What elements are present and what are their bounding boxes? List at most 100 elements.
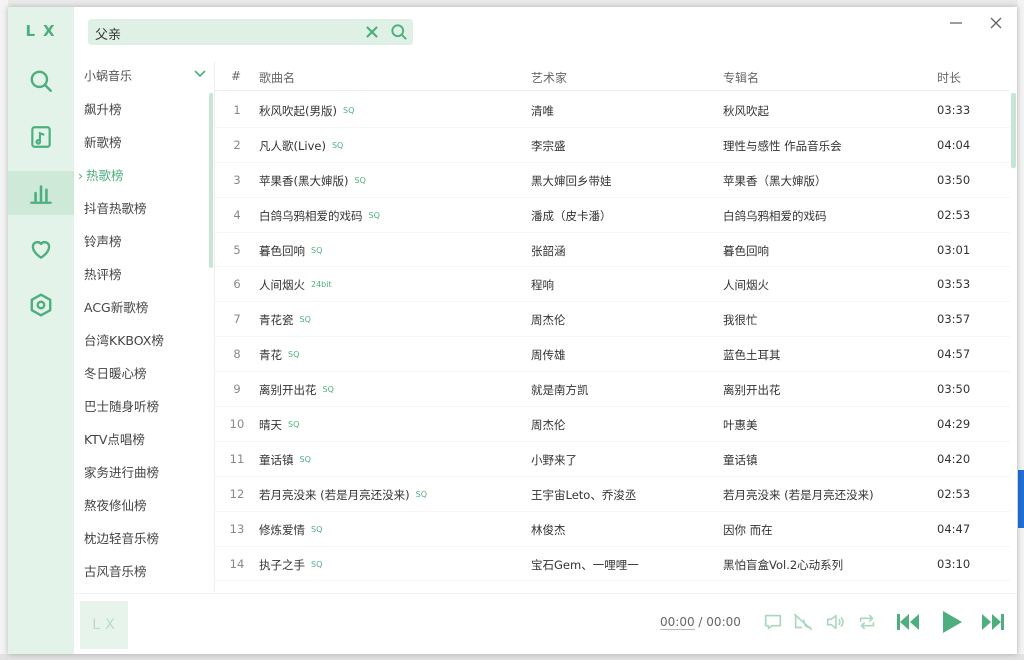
play-icon[interactable] [936, 607, 966, 637]
board-item[interactable]: 热评榜 [74, 258, 214, 291]
song-table-scrollbar[interactable] [1011, 93, 1016, 168]
board-item[interactable]: 古风音乐榜 [74, 555, 214, 588]
song-title-cell: 暮色回响 SQ [259, 243, 322, 259]
row-number: 13 [229, 521, 245, 536]
table-row[interactable]: 9 离别开出花 SQ 就是南方凯 离别开出花 03:50 [215, 372, 1010, 408]
clear-search-icon[interactable] [363, 23, 381, 41]
source-selected: 小蜗音乐 [84, 69, 133, 83]
nav-song-list[interactable] [8, 115, 74, 159]
desktop-background-left [0, 0, 8, 660]
table-row[interactable]: 12 若月亮没来 (若是月亮还没来) SQ 王宇宙Leto、乔浚丞 若月亮没来 (若是月… [215, 477, 1010, 512]
player-bar: LX 00:00 / 00:00 [74, 593, 1017, 654]
volume-icon[interactable] [824, 611, 846, 633]
board-item[interactable]: 家务进行曲榜 [74, 456, 214, 489]
board-item[interactable]: ACG新歌榜 [74, 291, 214, 324]
song-title-cell: 青花瓷 SQ [259, 312, 311, 328]
board-item[interactable]: 冬日暖心榜 [74, 357, 214, 390]
song-title-cell: 白鸽乌鸦相爱的戏码 SQ [259, 208, 380, 224]
board-item[interactable]: KTV点唱榜 [74, 423, 214, 456]
minimize-button[interactable] [948, 15, 964, 31]
board-item-label: 飙升榜 [84, 102, 122, 117]
board-item-label: 巴士随身听榜 [84, 399, 160, 414]
table-row[interactable]: 6 人间烟火 24bit 程响 人间烟火 03:53 [215, 267, 1010, 303]
song-duration: 03:33 [937, 103, 971, 117]
board-item[interactable]: 台湾KKBOX榜 [74, 324, 214, 357]
nav-search[interactable] [8, 59, 74, 103]
song-title: 暮色回响 [259, 243, 305, 258]
board-item[interactable]: 巴士随身听榜 [74, 390, 214, 423]
board-item-label: KTV点唱榜 [84, 432, 145, 447]
row-number: 10 [229, 417, 245, 432]
table-row[interactable]: 14 执子之手 SQ 宝石Gem、一哩哩一 黑怕盲盒Vol.2心动系列 03:10 [215, 547, 1010, 582]
previous-track-icon[interactable] [894, 608, 922, 636]
table-row[interactable]: 3 苹果香(黑大婶版) SQ 黑大婶回乡带娃 苹果香（黑大婶版） 03:50 [215, 163, 1010, 198]
board-item[interactable]: › 热歌榜 [74, 159, 214, 192]
album-cover[interactable]: LX [80, 601, 128, 649]
row-number: 4 [233, 207, 241, 222]
comment-icon[interactable] [762, 611, 784, 633]
board-item-label: 台湾KKBOX榜 [84, 333, 164, 348]
row-number: 14 [229, 556, 245, 571]
song-title: 青花瓷 [259, 313, 294, 328]
table-row[interactable]: 5 暮色回响 SQ 张韶涵 暮色回响 03:01 [215, 233, 1010, 268]
table-row[interactable]: 10 晴天 SQ 周杰伦 叶惠美 04:29 [215, 407, 1010, 442]
board-item[interactable]: 枕边轻音乐榜 [74, 522, 214, 555]
next-track-icon[interactable] [979, 608, 1007, 636]
heart-icon [31, 241, 51, 259]
song-album: 白鸽乌鸦相爱的戏码 [723, 208, 827, 223]
song-title-cell: 修炼爱情 SQ [259, 522, 322, 538]
quality-badge: SQ [311, 559, 323, 569]
song-duration: 03:01 [937, 242, 971, 257]
song-album: 童话镇 [723, 452, 758, 467]
column-header-album: 专辑名 [723, 71, 760, 85]
table-row[interactable]: 8 青花 SQ 周传雄 蓝色土耳其 04:57 [215, 337, 1010, 373]
song-title-cell: 秋风吹起(男版) SQ [259, 103, 354, 119]
song-album: 离别开出花 [723, 383, 781, 398]
board-item[interactable]: 新歌榜 [74, 126, 214, 159]
table-row[interactable]: 11 童话镇 SQ 小野来了 童话镇 04:20 [215, 442, 1010, 477]
table-row[interactable]: 13 修炼爱情 SQ 林俊杰 因你 而在 04:47 [215, 512, 1010, 547]
repeat-icon[interactable] [856, 611, 878, 633]
row-number: 8 [233, 347, 241, 362]
quality-badge: 24bit [311, 280, 332, 290]
search-bar [88, 19, 413, 47]
song-title-cell: 青花 SQ [259, 347, 299, 363]
total-time: 00:00 [706, 615, 741, 629]
song-album: 暮色回响 [723, 243, 769, 258]
row-number: 12 [229, 486, 245, 501]
board-item[interactable]: 熬夜修仙榜 [74, 489, 214, 522]
nav-favorites[interactable] [8, 227, 74, 271]
source-selector[interactable]: 小蜗音乐 [74, 62, 218, 88]
search-input[interactable] [93, 19, 357, 47]
table-row[interactable]: 7 青花瓷 SQ 周杰伦 我很忙 03:57 [215, 302, 1010, 338]
quality-badge: SQ [288, 350, 300, 360]
song-album: 秋风吹起 [723, 104, 769, 118]
board-item-label: 古风音乐榜 [84, 564, 147, 579]
song-duration: 02:53 [937, 207, 971, 222]
song-duration: 04:04 [937, 137, 971, 152]
board-list-scrollbar[interactable] [209, 93, 213, 268]
board-item[interactable]: 飙升榜 [74, 93, 214, 126]
board-item-label: 家务进行曲榜 [84, 465, 160, 480]
nav-leaderboard[interactable] [8, 171, 74, 215]
nav-settings[interactable] [8, 283, 74, 327]
table-row[interactable]: 1 秋风吹起(男版) SQ 清唯 秋风吹起 03:33 [215, 93, 1010, 128]
close-button[interactable] [988, 15, 1004, 31]
table-row[interactable]: 4 白鸽乌鸦相爱的戏码 SQ 潘成（皮卡潘） 白鸽乌鸦相爱的戏码 02:53 [215, 198, 1010, 233]
close-icon [990, 17, 1002, 29]
search-submit-icon[interactable] [389, 22, 409, 42]
quality-badge: SQ [354, 175, 366, 185]
song-artist: 就是南方凯 [531, 383, 589, 398]
lyrics-off-icon[interactable] [792, 611, 814, 633]
board-item[interactable]: 铃声榜 [74, 225, 214, 258]
board-item[interactable]: 抖音热歌榜 [74, 192, 214, 225]
quality-badge: SQ [288, 420, 300, 430]
app-logo: LX [25, 22, 63, 40]
chevron-right-icon: › [78, 168, 83, 183]
left-navigation: LX [8, 7, 74, 654]
song-duration: 04:29 [937, 417, 971, 432]
table-row[interactable]: 2 凡人歌(Live) SQ 李宗盛 理性与感性 作品音乐会 04:04 [215, 128, 1010, 163]
song-album: 叶惠美 [723, 418, 758, 433]
song-artist: 张韶涵 [531, 243, 566, 258]
column-header-artist: 艺术家 [531, 71, 568, 85]
